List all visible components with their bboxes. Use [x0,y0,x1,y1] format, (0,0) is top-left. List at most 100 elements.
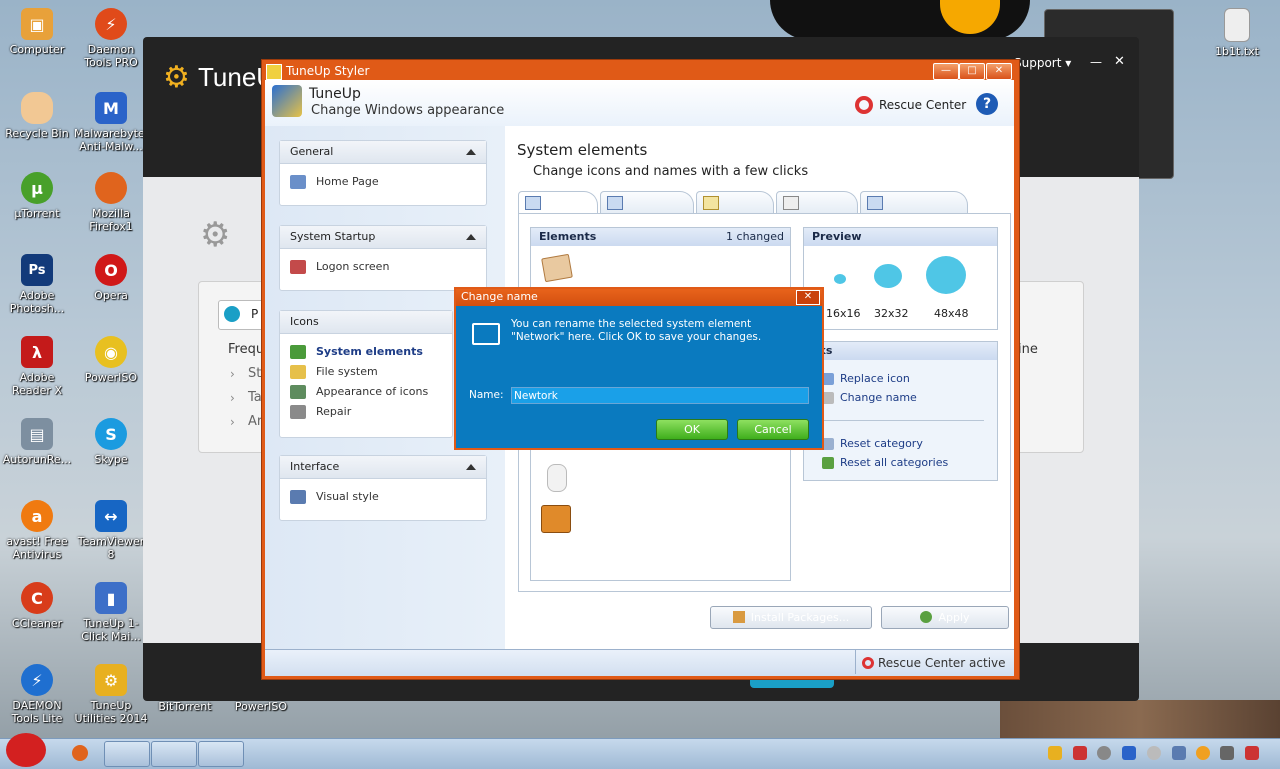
tray-shield-icon[interactable] [1073,746,1087,760]
collapse-icon[interactable] [466,234,476,240]
section-header[interactable]: Icons [280,311,452,334]
section-header[interactable]: General [280,141,486,164]
preview-size-16: 16x16 [826,307,861,320]
desktop-icon-avast[interactable]: a avast! Free Antivirus [0,500,74,561]
maximize-button[interactable]: □ [959,63,985,80]
start-button[interactable] [6,733,46,767]
desktop-icon-tuneup-utilities[interactable]: ⚙ TuneUp Utilities 2014 [74,664,148,725]
tray-messenger-icon[interactable] [1147,746,1161,760]
folder-icon [290,365,306,379]
lightning-icon: ⚡ [95,8,127,40]
desktop-icon-photoshop[interactable]: Ps Adobe Photosh... [0,254,74,315]
play-icon [224,306,240,322]
desktop-icon-firefox[interactable]: Mozilla Firefox1 [74,172,148,233]
apply-button[interactable]: Apply [881,606,1009,629]
chevron-right-icon: › [230,415,235,429]
desktop-icon-text-file[interactable]: 1b1t.txt [1200,8,1274,58]
install-packages-button[interactable]: Install Packages... [710,606,872,629]
dialog-close-button[interactable]: ✕ [796,290,820,305]
main-link-1[interactable]: St [248,366,261,381]
collapse-icon[interactable] [466,464,476,470]
desktop-icon-utorrent[interactable]: µ µTorrent [0,172,74,220]
tab-search[interactable] [696,191,774,213]
monitor-icon [525,196,541,210]
task-reset-all-categories[interactable]: Reset all categories [822,456,948,469]
nav-item-repair[interactable]: Repair [280,402,452,422]
rescue-center-status[interactable]: Rescue Center active [862,656,1006,670]
desktop-icon-daemon-tools-lite[interactable]: ⚡ DAEMON Tools Lite [0,664,74,725]
task-change-name[interactable]: Change name [822,391,917,404]
cancel-button[interactable]: Cancel [737,419,809,440]
desktop-icon-malwarebytes[interactable]: M Malwarebytes Anti-Malw... [74,92,150,153]
tray-tuneup-icon[interactable] [1048,746,1062,760]
nav-item-visual-style[interactable]: Visual style [280,487,486,507]
name-input[interactable] [511,387,809,404]
help-icon[interactable]: ? [976,93,998,115]
firefox-icon[interactable] [72,745,88,761]
desktop-icon-skype[interactable]: S Skype [74,418,148,466]
ok-button[interactable]: OK [656,419,728,440]
nav-section-icons: Icons System elements File system Appear… [279,310,453,438]
element-photos-icon[interactable] [541,253,573,283]
desktop-icon-poweriso[interactable]: ◉ PowerISO [74,336,148,384]
nav-item-appearance-of-icons[interactable]: Appearance of icons [280,382,452,402]
wallpaper-rock [1000,700,1280,740]
network-icon-48 [926,256,966,294]
chevron-right-icon: › [230,367,235,381]
nav-item-system-elements[interactable]: System elements [280,342,452,362]
taskbar-button-tuneup[interactable] [104,741,150,767]
tab-control-panel[interactable] [860,191,968,213]
support-menu[interactable]: Support ▾ [1014,56,1071,70]
desktop-icon-teamviewer[interactable]: ↔ TeamViewer 8 [74,500,148,561]
desktop-icon-computer[interactable]: ▣ Computer [0,8,74,56]
task-reset-category[interactable]: Reset category [822,437,923,450]
taskbar-button-tuneup-1click[interactable] [151,741,197,767]
section-header[interactable]: System Startup [280,226,486,249]
firefox-icon [95,172,127,204]
section-header[interactable]: Interface [280,456,486,479]
desktop-icon-ccleaner[interactable]: C CCleaner [0,582,74,630]
desktop-icon-opera[interactable]: O Opera [74,254,148,302]
tray-malwarebytes-icon[interactable] [1122,746,1136,760]
collapse-icon[interactable] [466,149,476,155]
utorrent-icon: µ [21,172,53,204]
minimize-icon[interactable]: — [1090,55,1102,69]
desktop-icon-tuneup-1click[interactable]: ▮ TuneUp 1-Click Mai... [74,582,148,643]
malwarebytes-icon: M [95,92,127,124]
package-icon [732,611,745,623]
repair-icon [290,405,306,419]
desktop-icon-poweriso-2[interactable]: PowerISO [224,700,298,713]
tray-network-icon[interactable] [1220,746,1234,760]
desktop-icon-bittorrent[interactable]: BitTorrent [148,700,222,713]
desktop-icon-adobe-reader[interactable]: λ Adobe Reader X [0,336,74,397]
avast-icon: a [21,500,53,532]
desktop-icon-autorun[interactable]: ▤ AutorunRe... [0,418,74,466]
desktop-icon-daemon-tools-pro[interactable]: ⚡ Daemon Tools PRO [74,8,148,69]
network-icon-32 [874,264,902,288]
close-button[interactable]: ✕ [986,63,1012,80]
tray-avast-icon[interactable] [1196,746,1210,760]
tab-documents[interactable] [776,191,858,213]
tasks-divider [818,420,984,421]
desktop-icon-recycle-bin[interactable]: Recycle Bin [0,92,74,140]
nav-item-logon-screen[interactable]: Logon screen [280,257,486,277]
close-icon[interactable]: ✕ [1114,54,1125,69]
tray-chat-icon[interactable] [1097,746,1111,760]
tray-display-icon[interactable] [1172,746,1186,760]
tray-volume-muted-icon[interactable] [1245,746,1259,760]
main-link-2[interactable]: Ta [248,390,262,405]
minimize-button[interactable]: — [933,63,959,80]
tab-start-menu[interactable] [600,191,694,213]
task-replace-icon[interactable]: Replace icon [822,372,910,385]
element-briefcase-icon[interactable] [541,505,571,533]
element-mouse-icon[interactable] [547,464,567,492]
rescue-center-button[interactable]: Rescue Center [855,96,966,114]
elements-header: Elements 1 changed [531,228,790,246]
nav-item-home-page[interactable]: Home Page [280,172,486,192]
taskbar-button-styler[interactable] [198,741,244,767]
search-icon [703,196,719,210]
tab-desktop[interactable] [518,191,598,213]
nav-item-file-system[interactable]: File system [280,362,452,382]
autorun-icon: ▤ [21,418,53,450]
category-tabs [518,191,1010,213]
